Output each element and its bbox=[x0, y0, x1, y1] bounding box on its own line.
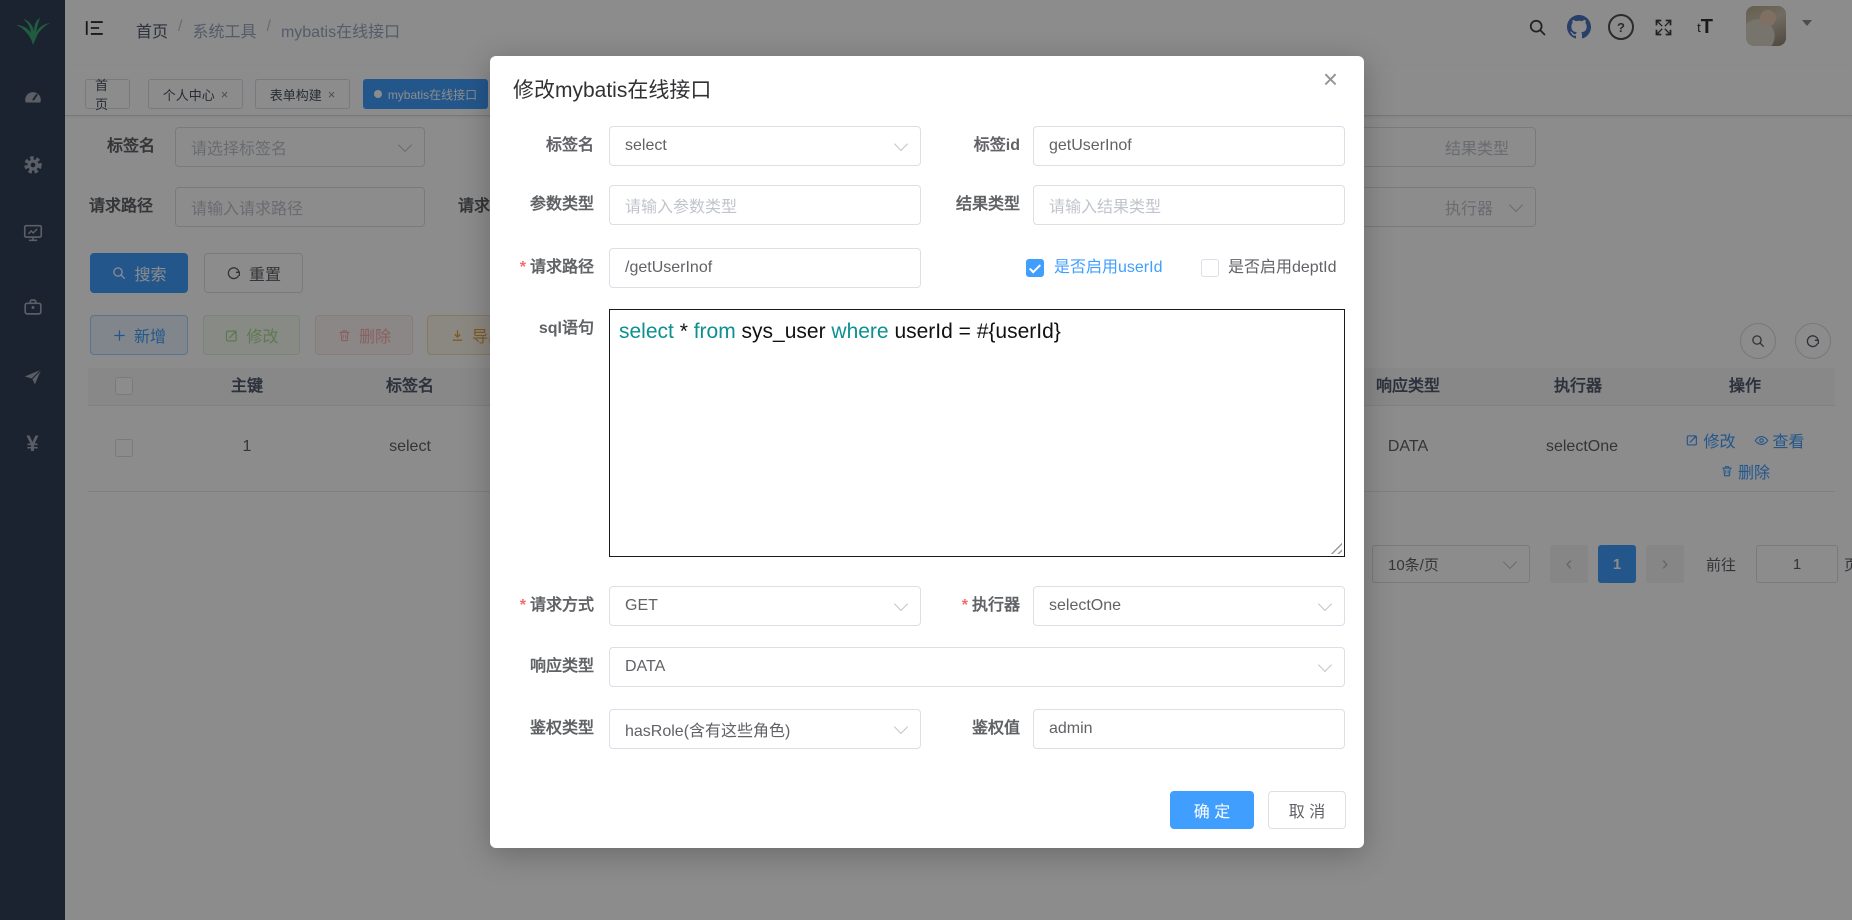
confirm-button[interactable]: 确 定 bbox=[1170, 791, 1254, 829]
auth-value-label: 鉴权值 bbox=[972, 709, 1020, 749]
sql-code: select * from sys_user where userId = #{… bbox=[610, 310, 1344, 354]
result-type-input[interactable]: 请输入结果类型 bbox=[1033, 185, 1345, 225]
enable-userid-checkbox[interactable] bbox=[1026, 259, 1044, 277]
param-type-input[interactable]: 请输入参数类型 bbox=[609, 185, 921, 225]
chevron-down-icon bbox=[894, 720, 908, 734]
tag-id-input[interactable]: getUserInof bbox=[1033, 126, 1345, 166]
app-root: ¥ 首页 / 系统工具 / mybatis在线接口 ? tT 首页 bbox=[0, 0, 1852, 920]
tag-name-label: 标签名 bbox=[546, 126, 594, 166]
request-path-label: *请求路径 bbox=[520, 248, 594, 288]
executor-label: *执行器 bbox=[962, 586, 1020, 626]
cancel-button[interactable]: 取 消 bbox=[1268, 791, 1346, 829]
response-type-select[interactable]: DATA bbox=[609, 647, 1345, 687]
auth-type-label: 鉴权类型 bbox=[530, 709, 594, 749]
dialog-close-button close-icon[interactable]: × bbox=[1323, 66, 1338, 92]
enable-userid-label[interactable]: 是否启用userId bbox=[1054, 248, 1162, 288]
executor-select[interactable]: selectOne bbox=[1033, 586, 1345, 626]
param-type-label: 参数类型 bbox=[530, 185, 594, 225]
request-method-select[interactable]: GET bbox=[609, 586, 921, 626]
response-type-label: 响应类型 bbox=[530, 647, 594, 687]
auth-value-input[interactable]: admin bbox=[1033, 709, 1345, 749]
enable-deptid-checkbox[interactable] bbox=[1201, 259, 1219, 277]
request-method-label: *请求方式 bbox=[520, 586, 594, 626]
chevron-down-icon bbox=[1318, 597, 1332, 611]
resize-handle[interactable] bbox=[1330, 542, 1342, 554]
chevron-down-icon bbox=[894, 597, 908, 611]
edit-mybatis-dialog: 修改mybatis在线接口 × 标签名 select 标签id getUserI… bbox=[490, 56, 1364, 848]
enable-deptid-label[interactable]: 是否启用deptId bbox=[1228, 248, 1337, 288]
tag-name-select[interactable]: select bbox=[609, 126, 921, 166]
sql-label: sql语句 bbox=[539, 309, 594, 349]
result-type-label: 结果类型 bbox=[956, 185, 1020, 225]
tag-id-label: 标签id bbox=[974, 126, 1020, 166]
request-path-input[interactable]: /getUserInof bbox=[609, 248, 921, 288]
chevron-down-icon bbox=[894, 137, 908, 151]
chevron-down-icon bbox=[1318, 658, 1332, 672]
dialog-title: 修改mybatis在线接口 bbox=[513, 76, 711, 106]
auth-type-select[interactable]: hasRole(含有这些角色) bbox=[609, 709, 921, 749]
sql-editor[interactable]: select * from sys_user where userId = #{… bbox=[609, 309, 1345, 557]
